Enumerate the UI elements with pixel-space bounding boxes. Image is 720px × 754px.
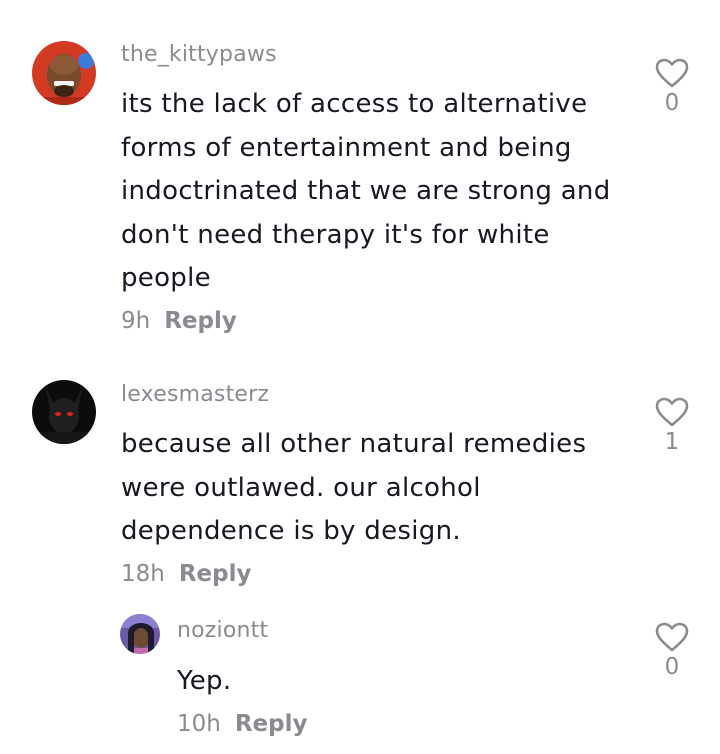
comment-timestamp: 10h: [177, 711, 221, 737]
reply-button[interactable]: Reply: [235, 711, 308, 737]
like-button[interactable]: 0: [652, 622, 692, 680]
heart-outline-icon: [655, 622, 689, 652]
like-count: 0: [664, 654, 680, 680]
comment-username[interactable]: noziontt: [177, 618, 268, 643]
reply-comment-item: noziontt Yep. 10h Reply 0: [0, 0, 720, 754]
comment-meta: 10h Reply: [177, 711, 308, 737]
avatar[interactable]: [120, 614, 160, 654]
comment-text: Yep.: [177, 666, 232, 696]
